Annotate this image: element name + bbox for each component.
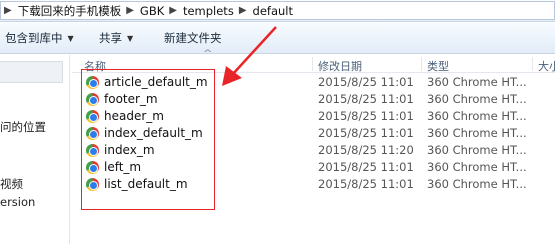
nav-item-videos[interactable]: 视频 <box>0 176 23 192</box>
chevron-right-icon[interactable]: ▶ <box>166 5 181 16</box>
column-divider[interactable] <box>421 57 422 71</box>
column-header-type[interactable]: 类型 <box>427 58 449 74</box>
file-date: 2015/8/25 11:01 <box>318 160 414 174</box>
column-header-size[interactable]: 大小 <box>538 58 555 74</box>
chevron-right-icon[interactable]: ▶ <box>236 5 251 16</box>
breadcrumb-item-templates-folder[interactable]: 下载回来的手机模板 <box>16 3 124 19</box>
file-type: 360 Chrome HT... <box>427 75 527 89</box>
share-button[interactable]: 共享 ▼ <box>93 30 158 46</box>
file-type: 360 Chrome HT... <box>427 160 527 174</box>
breadcrumb[interactable]: ▶ 下载回来的手机模板 ▶ GBK ▶ templets ▶ default <box>0 1 555 20</box>
include-in-library-label: 包含到库中 <box>5 31 63 45</box>
file-date: 2015/8/25 11:01 <box>318 75 414 89</box>
navigation-pane: 问的位置 视频 ersion <box>0 55 70 244</box>
column-divider[interactable] <box>532 57 533 71</box>
nav-item-recent-places[interactable]: 问的位置 <box>0 119 46 135</box>
command-toolbar: 包含到库中 ▼ 共享 ▼ 新建文件夹 <box>0 23 555 54</box>
file-date: 2015/8/25 11:01 <box>318 92 414 106</box>
file-type: 360 Chrome HT... <box>427 92 527 106</box>
column-header-date[interactable]: 修改日期 <box>318 58 362 74</box>
file-date: 2015/8/25 11:20 <box>318 143 414 157</box>
breadcrumb-item-default[interactable]: default <box>251 4 295 18</box>
dropdown-caret-icon: ▼ <box>67 33 74 43</box>
file-type: 360 Chrome HT... <box>427 143 527 157</box>
nav-item-version[interactable]: ersion <box>0 195 35 209</box>
file-type: 360 Chrome HT... <box>427 109 527 123</box>
file-type: 360 Chrome HT... <box>427 126 527 140</box>
column-divider[interactable] <box>312 57 313 71</box>
annotation-highlight-box <box>81 69 215 210</box>
file-date: 2015/8/25 11:01 <box>318 126 414 140</box>
sort-ascending-icon: ^ <box>202 49 213 59</box>
share-label: 共享 <box>99 31 122 45</box>
chevron-right-icon[interactable]: ▶ <box>1 5 16 16</box>
nav-pane-top-item[interactable] <box>0 61 63 83</box>
breadcrumb-item-gbk[interactable]: GBK <box>138 4 166 18</box>
breadcrumb-item-templets[interactable]: templets <box>181 4 236 18</box>
chevron-right-icon[interactable]: ▶ <box>123 5 138 16</box>
file-type: 360 Chrome HT... <box>427 177 527 191</box>
new-folder-button[interactable]: 新建文件夹 <box>158 30 228 46</box>
address-bar: ▶ 下载回来的手机模板 ▶ GBK ▶ templets ▶ default <box>0 0 555 22</box>
file-date: 2015/8/25 11:01 <box>318 177 414 191</box>
file-date: 2015/8/25 11:01 <box>318 109 414 123</box>
dropdown-caret-icon: ▼ <box>127 33 134 43</box>
include-in-library-button[interactable]: 包含到库中 ▼ <box>0 30 85 46</box>
